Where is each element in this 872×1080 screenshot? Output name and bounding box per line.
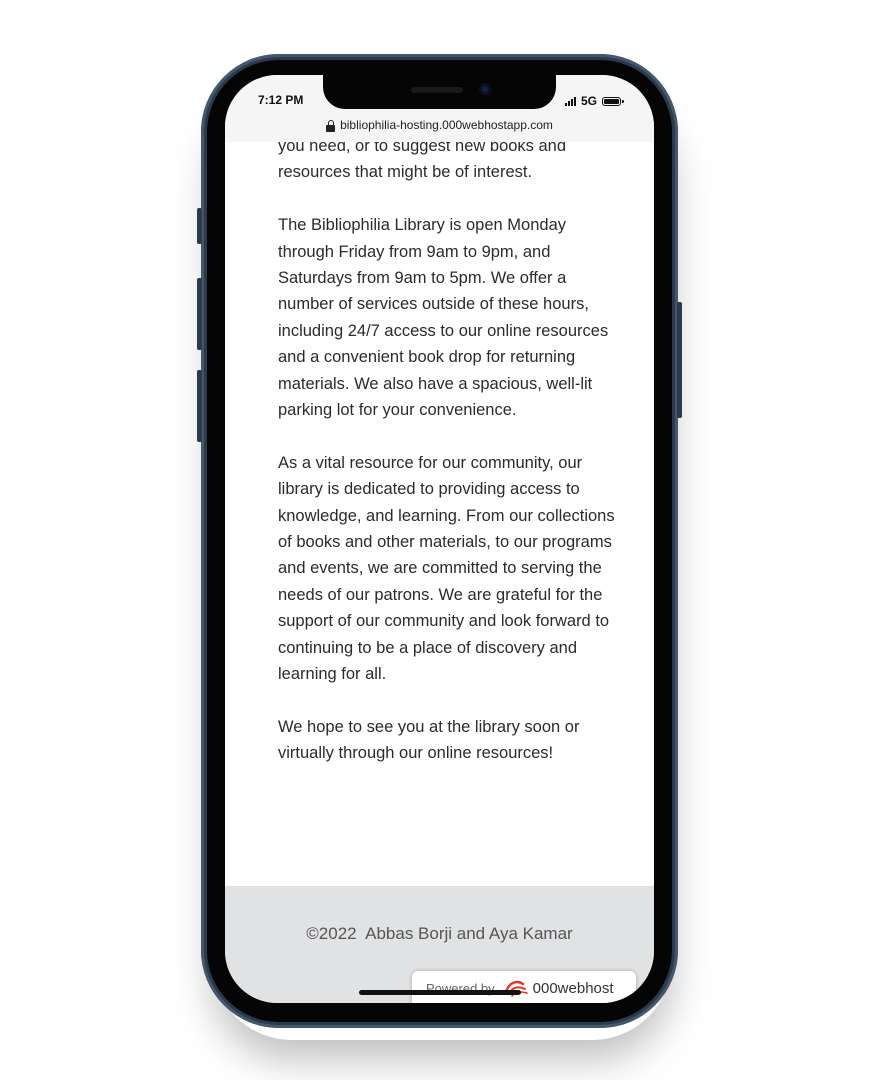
000webhost-logo-icon bbox=[504, 980, 528, 997]
article-content: you need, or to suggest new books and re… bbox=[278, 133, 618, 793]
mockup-stage: you need, or to suggest new books and re… bbox=[0, 0, 872, 1080]
000webhost-brand: 000webhost bbox=[532, 980, 614, 997]
notch bbox=[323, 75, 556, 109]
network-type: 5G bbox=[581, 94, 598, 108]
status-indicators: 5G bbox=[565, 94, 625, 108]
browser-url-bar[interactable]: bibliophilia-hosting.000webhostapp.com bbox=[225, 115, 654, 142]
volume-up-button bbox=[197, 278, 202, 350]
speaker-grille bbox=[411, 87, 463, 93]
front-camera-icon bbox=[479, 83, 491, 95]
powered-by-badge[interactable]: Powered by 000webhost bbox=[412, 971, 636, 1003]
signal-bars-icon bbox=[565, 96, 576, 106]
url-text[interactable]: bibliophilia-hosting.000webhostapp.com bbox=[340, 118, 553, 132]
volume-down-button bbox=[197, 370, 202, 442]
battery-icon bbox=[602, 96, 625, 106]
status-time: 7:12 PM bbox=[258, 93, 304, 107]
silent-switch bbox=[197, 208, 202, 244]
phone-screen: you need, or to suggest new books and re… bbox=[225, 75, 654, 1003]
paragraph-hours: The Bibliophilia Library is open Monday … bbox=[278, 216, 609, 420]
power-button bbox=[677, 302, 682, 418]
page-footer: ©2022 Abbas Borji and Aya Kamar Powered … bbox=[225, 886, 654, 1003]
paragraph-closing: We hope to see you at the library soon o… bbox=[278, 717, 580, 763]
lock-icon bbox=[326, 120, 336, 132]
home-indicator[interactable] bbox=[359, 990, 521, 995]
paragraph-community: As a vital resource for our community, o… bbox=[278, 453, 615, 684]
footer-copyright: ©2022 Abbas Borji and Aya Kamar bbox=[306, 924, 573, 943]
